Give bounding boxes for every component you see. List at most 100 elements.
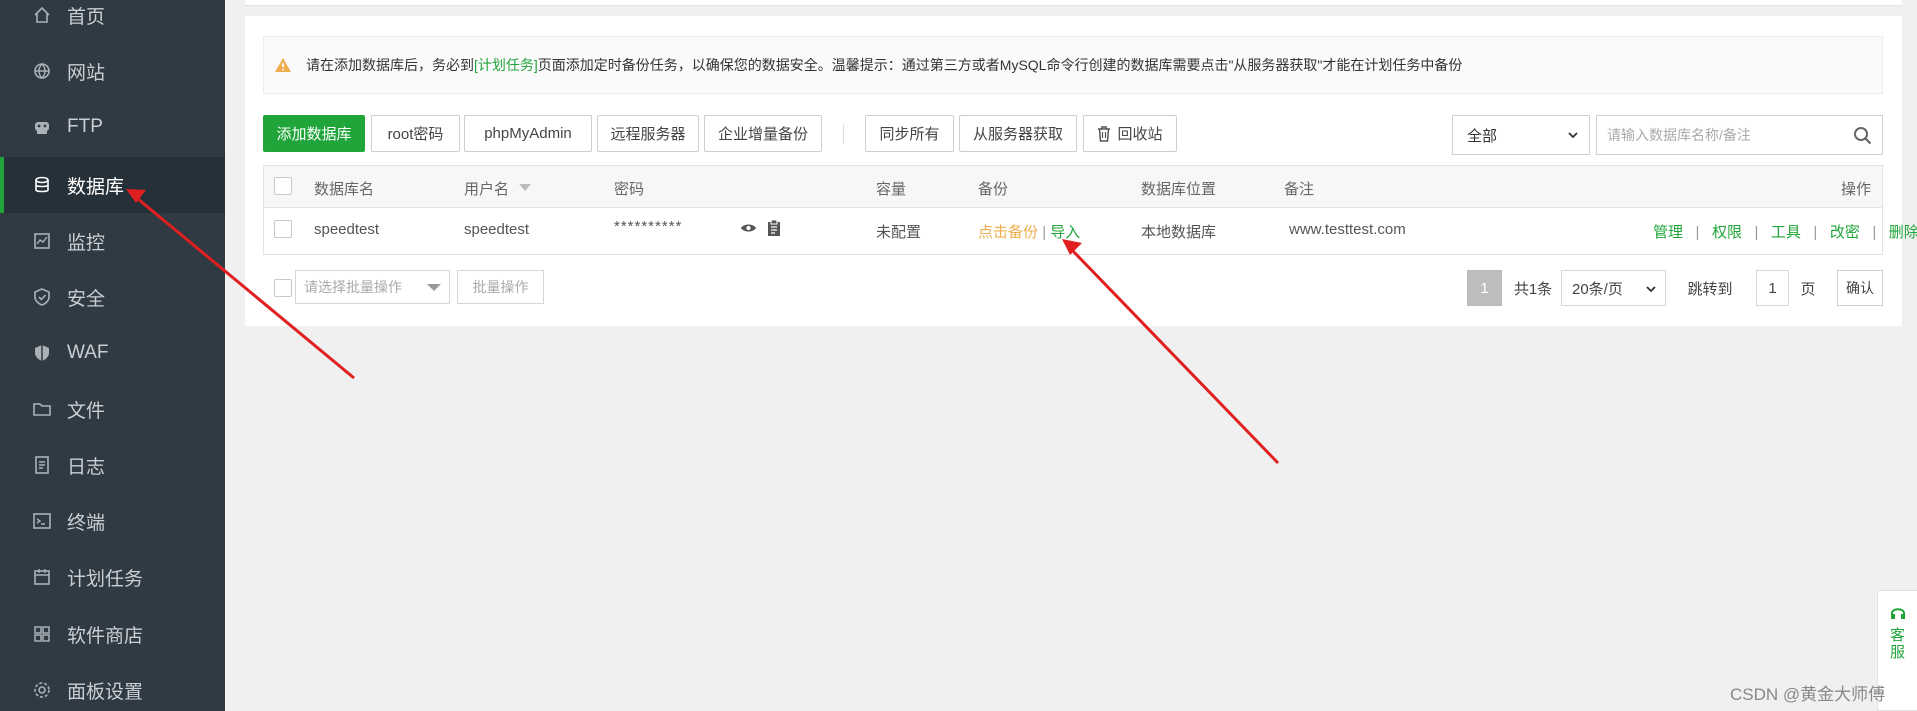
gear-icon (32, 680, 52, 700)
kefu-char-1: 客 (1889, 627, 1905, 644)
chevron-down-icon (1568, 132, 1578, 139)
db-password: ********** (614, 218, 683, 235)
sidebar-item-security[interactable]: 安全 (0, 269, 225, 325)
header-location: 数据库位置 (1141, 181, 1217, 198)
change-password-link[interactable]: 改密 (1830, 224, 1860, 241)
delete-link[interactable]: 删除 (1889, 224, 1917, 241)
filter-value: 全部 (1467, 127, 1498, 145)
root-password-button[interactable]: root密码 (371, 115, 460, 152)
sidebar-item-terminal[interactable]: 终端 (0, 493, 225, 549)
header-capacity: 容量 (876, 181, 907, 198)
monitor-icon (32, 231, 52, 251)
backup-alert: 请在添加数据库后，务必到 [计划任务] 页面添加定时备份任务，以确保您的数据安全… (263, 36, 1883, 94)
fetch-from-server-button[interactable]: 从服务器获取 (959, 115, 1077, 152)
folder-icon (32, 399, 52, 419)
sync-all-button[interactable]: 同步所有 (865, 115, 954, 152)
separator: | (1687, 224, 1708, 241)
db-name: speedtest (314, 221, 380, 238)
database-icon (32, 175, 52, 195)
sidebar-item-label: FTP (67, 116, 103, 137)
cron-link[interactable]: [计划任务] (474, 55, 538, 75)
shield-icon (32, 287, 52, 307)
search-icon[interactable] (1853, 126, 1872, 145)
sidebar-item-files[interactable]: 文件 (0, 381, 225, 437)
header-user[interactable]: 用户名 (464, 178, 509, 199)
backup-actions: 点击备份 | 导入 (978, 221, 1080, 242)
row-checkbox[interactable] (274, 220, 292, 238)
warning-icon (275, 58, 291, 72)
search-input[interactable]: 请输入数据库名称/备注 (1596, 115, 1883, 155)
sidebar-item-label: 软件商店 (67, 625, 144, 647)
enterprise-backup-button[interactable]: 企业增量备份 (704, 115, 822, 152)
sidebar-item-label: 监控 (67, 232, 106, 254)
watermark: CSDN @黄金大师傅 (1730, 685, 1886, 704)
sidebar-item-website[interactable]: 网站 (0, 43, 225, 99)
database-panel: 请在添加数据库后，务必到 [计划任务] 页面添加定时备份任务，以确保您的数据安全… (245, 16, 1917, 326)
sidebar: 首页 网站 FTP 数据库 监控 安全 WAF 文件 日志 终端 计划任务 软件… (0, 0, 225, 711)
phpmyadmin-button[interactable]: phpMyAdmin (464, 115, 592, 152)
header-ops: 操作 (1841, 181, 1872, 198)
copy-icon[interactable] (767, 219, 781, 237)
page-size-value: 20条/页 (1572, 280, 1623, 298)
eye-icon[interactable] (740, 222, 757, 234)
alert-text-2: 页面添加定时备份任务，以确保您的数据安全。温馨提示：通过第三方或者MySQL命令… (537, 57, 1463, 73)
db-location: 本地数据库 (1141, 224, 1217, 241)
recycle-bin-button[interactable]: 回收站 (1083, 115, 1177, 152)
filter-select[interactable]: 全部 (1452, 115, 1590, 155)
sidebar-item-monitor[interactable]: 监控 (0, 213, 225, 269)
goto-page-input[interactable]: 1 (1756, 270, 1789, 306)
db-user: speedtest (464, 221, 530, 238)
header-note: 备注 (1284, 181, 1315, 198)
sidebar-item-label: WAF (67, 342, 109, 363)
sort-icon[interactable] (519, 184, 531, 191)
sidebar-item-database[interactable]: 数据库 (0, 157, 225, 213)
sidebar-item-label: 网站 (67, 62, 106, 84)
sidebar-item-settings[interactable]: 面板设置 (0, 662, 225, 711)
batch-operation-button[interactable]: 批量操作 (457, 270, 544, 304)
goto-label: 跳转到 (1687, 280, 1733, 298)
alert-text-1: 请在添加数据库后，务必到 (306, 57, 474, 73)
batch-select-checkbox[interactable] (274, 279, 292, 297)
sidebar-item-waf[interactable]: WAF (0, 325, 225, 381)
tools-link[interactable]: 工具 (1771, 224, 1801, 241)
sidebar-item-label: 日志 (67, 456, 106, 478)
sidebar-item-label: 文件 (67, 400, 106, 422)
page-total: 共1条 (1513, 280, 1553, 298)
headset-icon (1890, 608, 1905, 619)
search-placeholder: 请输入数据库名称/备注 (1607, 127, 1751, 143)
table-header: 数据库名 用户名 密码 容量 备份 数据库位置 备注 操作 (264, 166, 1882, 208)
permissions-link[interactable]: 权限 (1712, 224, 1742, 241)
ftp-icon (32, 117, 52, 137)
sidebar-item-cron[interactable]: 计划任务 (0, 549, 225, 605)
log-icon (32, 455, 52, 475)
backup-link[interactable]: 点击备份 (978, 224, 1038, 241)
import-link[interactable]: 导入 (1050, 224, 1080, 241)
add-database-button[interactable]: 添加数据库 (263, 115, 365, 152)
goto-confirm-button[interactable]: 确认 (1837, 270, 1883, 306)
sidebar-item-label: 计划任务 (67, 568, 144, 590)
header-name: 数据库名 (314, 181, 375, 198)
capacity-status[interactable]: 未配置 (876, 221, 921, 242)
sidebar-item-label: 数据库 (67, 176, 125, 198)
db-note[interactable]: www.testtest.com (1289, 221, 1406, 238)
globe-icon (32, 61, 52, 81)
page-size-select[interactable]: 20条/页 (1561, 270, 1666, 306)
select-all-checkbox[interactable] (274, 177, 292, 195)
trash-icon (1098, 125, 1111, 142)
grid-icon (32, 624, 52, 644)
remote-server-button[interactable]: 远程服务器 (597, 115, 699, 152)
page-current[interactable]: 1 (1467, 270, 1502, 306)
calendar-icon (32, 567, 52, 587)
sidebar-item-label: 终端 (67, 512, 106, 534)
toolbar-divider (843, 124, 844, 144)
manage-link[interactable]: 管理 (1653, 224, 1683, 241)
sidebar-item-label: 面板设置 (67, 681, 144, 703)
sidebar-item-ftp[interactable]: FTP (0, 99, 225, 155)
sidebar-item-logs[interactable]: 日志 (0, 437, 225, 493)
page-unit-label: 页 (1800, 280, 1816, 298)
separator: | (1805, 224, 1826, 241)
sidebar-item-store[interactable]: 软件商店 (0, 606, 225, 662)
sidebar-item-home[interactable]: 首页 (0, 0, 225, 43)
home-icon (32, 5, 52, 25)
batch-operation-select[interactable]: 请选择批量操作 (295, 270, 450, 304)
